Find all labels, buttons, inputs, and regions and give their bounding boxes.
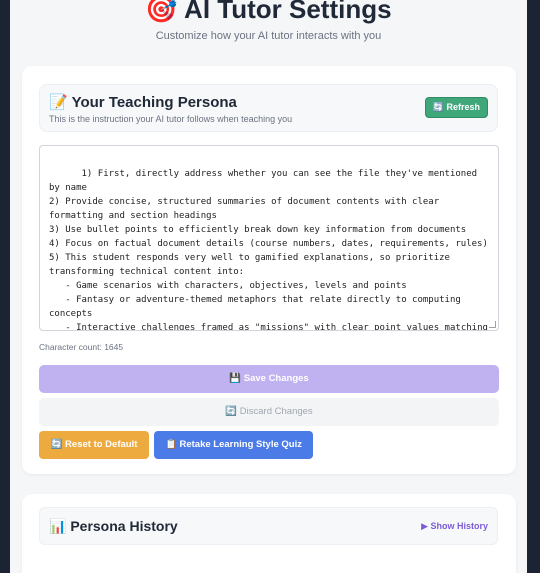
discard-changes-button[interactable]: 🔄 Discard Changes	[39, 398, 499, 426]
refresh-button[interactable]: 🔄 Refresh	[424, 97, 488, 118]
settings-page: 🎯 AI Tutor Settings Customize how your A…	[10, 0, 527, 573]
persona-subtitle: This is the instruction your AI tutor fo…	[49, 114, 293, 124]
persona-text: 1) First, directly address whether you c…	[49, 169, 488, 331]
save-changes-button[interactable]: 💾 Save Changes	[39, 365, 499, 393]
history-card: 📊 Persona History ▶ Show History	[22, 494, 516, 573]
persona-textarea[interactable]: 1) First, directly address whether you c…	[39, 145, 499, 331]
retake-quiz-button[interactable]: 📋 Retake Learning Style Quiz	[154, 431, 313, 459]
show-history-toggle[interactable]: ▶ Show History	[421, 521, 488, 532]
page-title: 🎯 AI Tutor Settings	[145, 0, 392, 24]
character-count: Character count: 1645	[39, 342, 124, 352]
persona-header: 📝 Your Teaching Persona This is the inst…	[39, 84, 498, 132]
persona-title: 📝 Your Teaching Persona	[49, 94, 237, 111]
history-header: 📊 Persona History ▶ Show History	[39, 507, 498, 545]
reset-to-default-button[interactable]: 🔄 Reset to Default	[39, 431, 149, 459]
resize-handle-icon[interactable]	[489, 321, 496, 328]
persona-card: 📝 Your Teaching Persona This is the inst…	[22, 66, 516, 474]
history-title: 📊 Persona History	[49, 518, 178, 534]
page-subtitle: Customize how your AI tutor interacts wi…	[155, 30, 382, 42]
